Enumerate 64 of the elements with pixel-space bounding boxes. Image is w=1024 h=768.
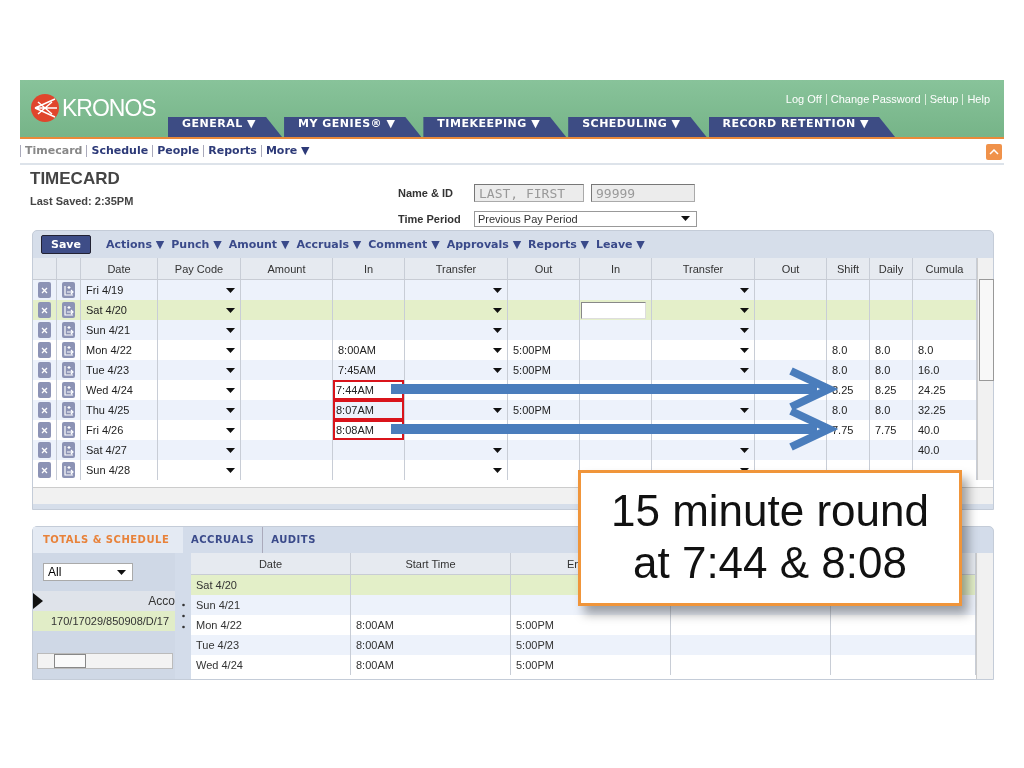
date-cell: Tue 4/23 <box>196 639 239 651</box>
time-cell: 8:08AM <box>336 424 374 436</box>
date-cell: Sun 4/21 <box>86 324 131 336</box>
hours-cell: 8.0 <box>875 344 891 356</box>
column-header: Shift <box>827 258 870 279</box>
hours-cell: 7.75 <box>832 424 854 436</box>
hours-cell: 8.0 <box>918 344 934 356</box>
last-saved-text: Last Saved: 2:35PM <box>30 195 135 207</box>
field-label: Time Period <box>398 212 462 225</box>
hours-cell: 8.0 <box>832 364 848 376</box>
date-cell: Mon 4/22 <box>86 344 132 356</box>
time-cell: 5:00PM <box>516 659 554 671</box>
time-cell: 5:00PM <box>513 404 551 416</box>
date-cell: Sat 4/27 <box>86 444 127 456</box>
time-cell: 5:00PM <box>516 619 554 631</box>
hours-cell: 8.25 <box>875 384 897 396</box>
column-header: Pay Code <box>158 258 241 279</box>
column-header: In <box>580 258 652 279</box>
date-cell: Mon 4/22 <box>196 619 242 631</box>
time-cell: 8:00AM <box>356 659 394 671</box>
hours-cell: 8.0 <box>832 344 848 356</box>
hours-cell: 8.0 <box>832 404 848 416</box>
time-cell: 5:00PM <box>513 364 551 376</box>
date-cell: Wed 4/24 <box>196 659 243 671</box>
time-cell: 5:00PM <box>516 639 554 651</box>
time-cell: 8:00AM <box>338 344 376 356</box>
date-cell: Wed 4/24 <box>86 384 133 396</box>
page-title: TIMECARD <box>30 169 121 189</box>
column-header: Out <box>508 258 580 279</box>
time-cell: 8:00AM <box>356 619 394 631</box>
column-header: In <box>333 258 405 279</box>
hours-cell: 40.0 <box>918 424 940 436</box>
time-cell: 7:45AM <box>338 364 376 376</box>
callout-tooltip: 15 minute round at 7:44 & 8:08 <box>578 470 962 606</box>
date-cell: Tue 4/23 <box>86 364 129 376</box>
hours-cell: 24.25 <box>918 384 946 396</box>
date-cell: Fri 4/26 <box>86 424 124 436</box>
column-header: Transfer <box>405 258 508 279</box>
column-header: Daily <box>870 258 913 279</box>
column-header: Date <box>191 553 351 574</box>
hours-cell: 8.0 <box>875 404 891 416</box>
column-header: Date <box>81 258 158 279</box>
column-header: Start Time <box>351 553 511 574</box>
column-header: Transfer <box>652 258 755 279</box>
time-cell: 8:07AM <box>336 404 374 416</box>
date-cell: Sat 4/20 <box>196 579 237 591</box>
hours-cell: 8.0 <box>875 364 891 376</box>
logo-text: KRONOS <box>62 94 156 122</box>
date-cell: Fri 4/19 <box>86 284 124 296</box>
date-cell: Sun 4/28 <box>86 464 131 476</box>
time-cell: 7:44AM <box>336 384 374 396</box>
date-cell: Sat 4/20 <box>86 304 127 316</box>
date-cell: Thu 4/25 <box>86 404 130 416</box>
time-cell: 8:00AM <box>356 639 394 651</box>
column-header: Out <box>755 258 827 279</box>
time-cell: 5:00PM <box>513 344 551 356</box>
hours-cell: 32.25 <box>918 404 946 416</box>
column-header: Amount <box>241 258 333 279</box>
hours-cell: 7.75 <box>875 424 897 436</box>
hours-cell: 40.0 <box>918 444 940 456</box>
field-label: Name & ID <box>398 187 455 200</box>
hours-cell: 16.0 <box>918 364 940 376</box>
column-header: Acco <box>148 594 175 608</box>
date-cell: Sun 4/21 <box>196 599 241 611</box>
